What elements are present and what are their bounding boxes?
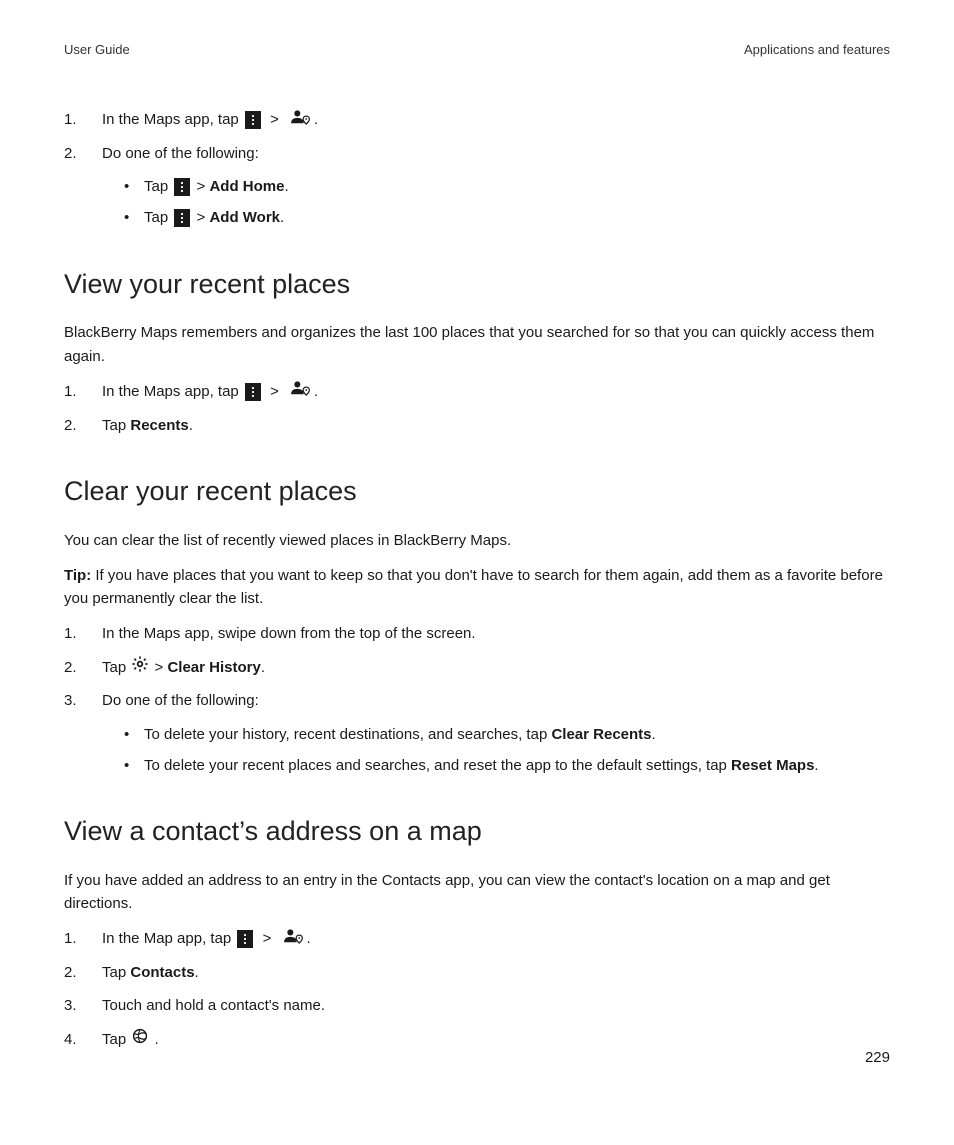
person-pin-icon bbox=[288, 380, 312, 403]
step-body: Tap . bbox=[102, 1028, 890, 1052]
step: 2. Tap Recents. bbox=[64, 414, 890, 437]
step-number: 2. bbox=[64, 142, 102, 165]
person-pin-icon bbox=[288, 109, 312, 132]
page-number: 229 bbox=[865, 1046, 890, 1069]
step-number: 3. bbox=[64, 689, 102, 712]
heading-view-recent: View your recent places bbox=[64, 264, 890, 306]
step: 3. Do one of the following: bbox=[64, 689, 890, 712]
step-body: Tap Recents. bbox=[102, 414, 890, 437]
more-icon bbox=[237, 930, 253, 948]
paragraph: If you have added an address to an entry… bbox=[64, 869, 890, 916]
step: 1. In the Map app, tap > . bbox=[64, 927, 890, 951]
step: 1. In the Maps app, tap > . bbox=[64, 108, 890, 132]
intro-bullets: Tap > Add Home. Tap > Add Work. bbox=[120, 175, 890, 230]
step-number: 1. bbox=[64, 622, 102, 645]
step: 2. Tap > Clear History. bbox=[64, 656, 890, 680]
person-pin-icon bbox=[281, 928, 305, 951]
step: 1. In the Maps app, swipe down from the … bbox=[64, 622, 890, 645]
header-left: User Guide bbox=[64, 40, 130, 60]
step-number: 2. bbox=[64, 414, 102, 437]
step-body: Tap Contacts. bbox=[102, 961, 890, 984]
page-header: User Guide Applications and features bbox=[64, 40, 890, 60]
step-number: 1. bbox=[64, 108, 102, 131]
step-number: 2. bbox=[64, 961, 102, 984]
intro-steps: 1. In the Maps app, tap > . 2. Do one of… bbox=[64, 108, 890, 165]
step-body: In the Maps app, tap > . bbox=[102, 380, 890, 404]
step: 1. In the Maps app, tap > . bbox=[64, 380, 890, 404]
paragraph: BlackBerry Maps remembers and organizes … bbox=[64, 321, 890, 368]
list-item: To delete your history, recent destinati… bbox=[120, 723, 890, 746]
more-icon bbox=[245, 111, 261, 129]
list-item: Tap > Add Work. bbox=[120, 206, 890, 229]
heading-contact-address: View a contact’s address on a map bbox=[64, 811, 890, 853]
more-icon bbox=[174, 178, 190, 196]
step: 2. Tap Contacts. bbox=[64, 961, 890, 984]
tip-paragraph: Tip: If you have places that you want to… bbox=[64, 564, 890, 611]
globe-icon bbox=[132, 1028, 148, 1051]
contact-address-steps: 1. In the Map app, tap > . 2. Tap Contac… bbox=[64, 927, 890, 1051]
clear-recent-bullets: To delete your history, recent destinati… bbox=[120, 723, 890, 778]
gear-icon bbox=[132, 656, 148, 679]
step: 4. Tap . bbox=[64, 1028, 890, 1052]
step: 3. Touch and hold a contact's name. bbox=[64, 994, 890, 1017]
more-icon bbox=[174, 209, 190, 227]
clear-recent-steps: 1. In the Maps app, swipe down from the … bbox=[64, 622, 890, 712]
step-body: In the Maps app, swipe down from the top… bbox=[102, 622, 890, 645]
more-icon bbox=[245, 383, 261, 401]
view-recent-steps: 1. In the Maps app, tap > . 2. Tap Recen… bbox=[64, 380, 890, 437]
step-body: Tap > Clear History. bbox=[102, 656, 890, 680]
tip-label: Tip: bbox=[64, 567, 95, 584]
list-item: To delete your recent places and searche… bbox=[120, 754, 890, 777]
step-body: Touch and hold a contact's name. bbox=[102, 994, 890, 1017]
step-number: 3. bbox=[64, 994, 102, 1017]
step-body: In the Map app, tap > . bbox=[102, 927, 890, 951]
list-item: Tap > Add Home. bbox=[120, 175, 890, 198]
step-body: Do one of the following: bbox=[102, 689, 890, 712]
paragraph: You can clear the list of recently viewe… bbox=[64, 529, 890, 552]
step: 2. Do one of the following: bbox=[64, 142, 890, 165]
step-number: 4. bbox=[64, 1028, 102, 1051]
header-right: Applications and features bbox=[744, 40, 890, 60]
heading-clear-recent: Clear your recent places bbox=[64, 471, 890, 513]
step-number: 1. bbox=[64, 380, 102, 403]
step-body: In the Maps app, tap > . bbox=[102, 108, 890, 132]
step-body: Do one of the following: bbox=[102, 142, 890, 165]
step-number: 2. bbox=[64, 656, 102, 679]
step-number: 1. bbox=[64, 927, 102, 950]
